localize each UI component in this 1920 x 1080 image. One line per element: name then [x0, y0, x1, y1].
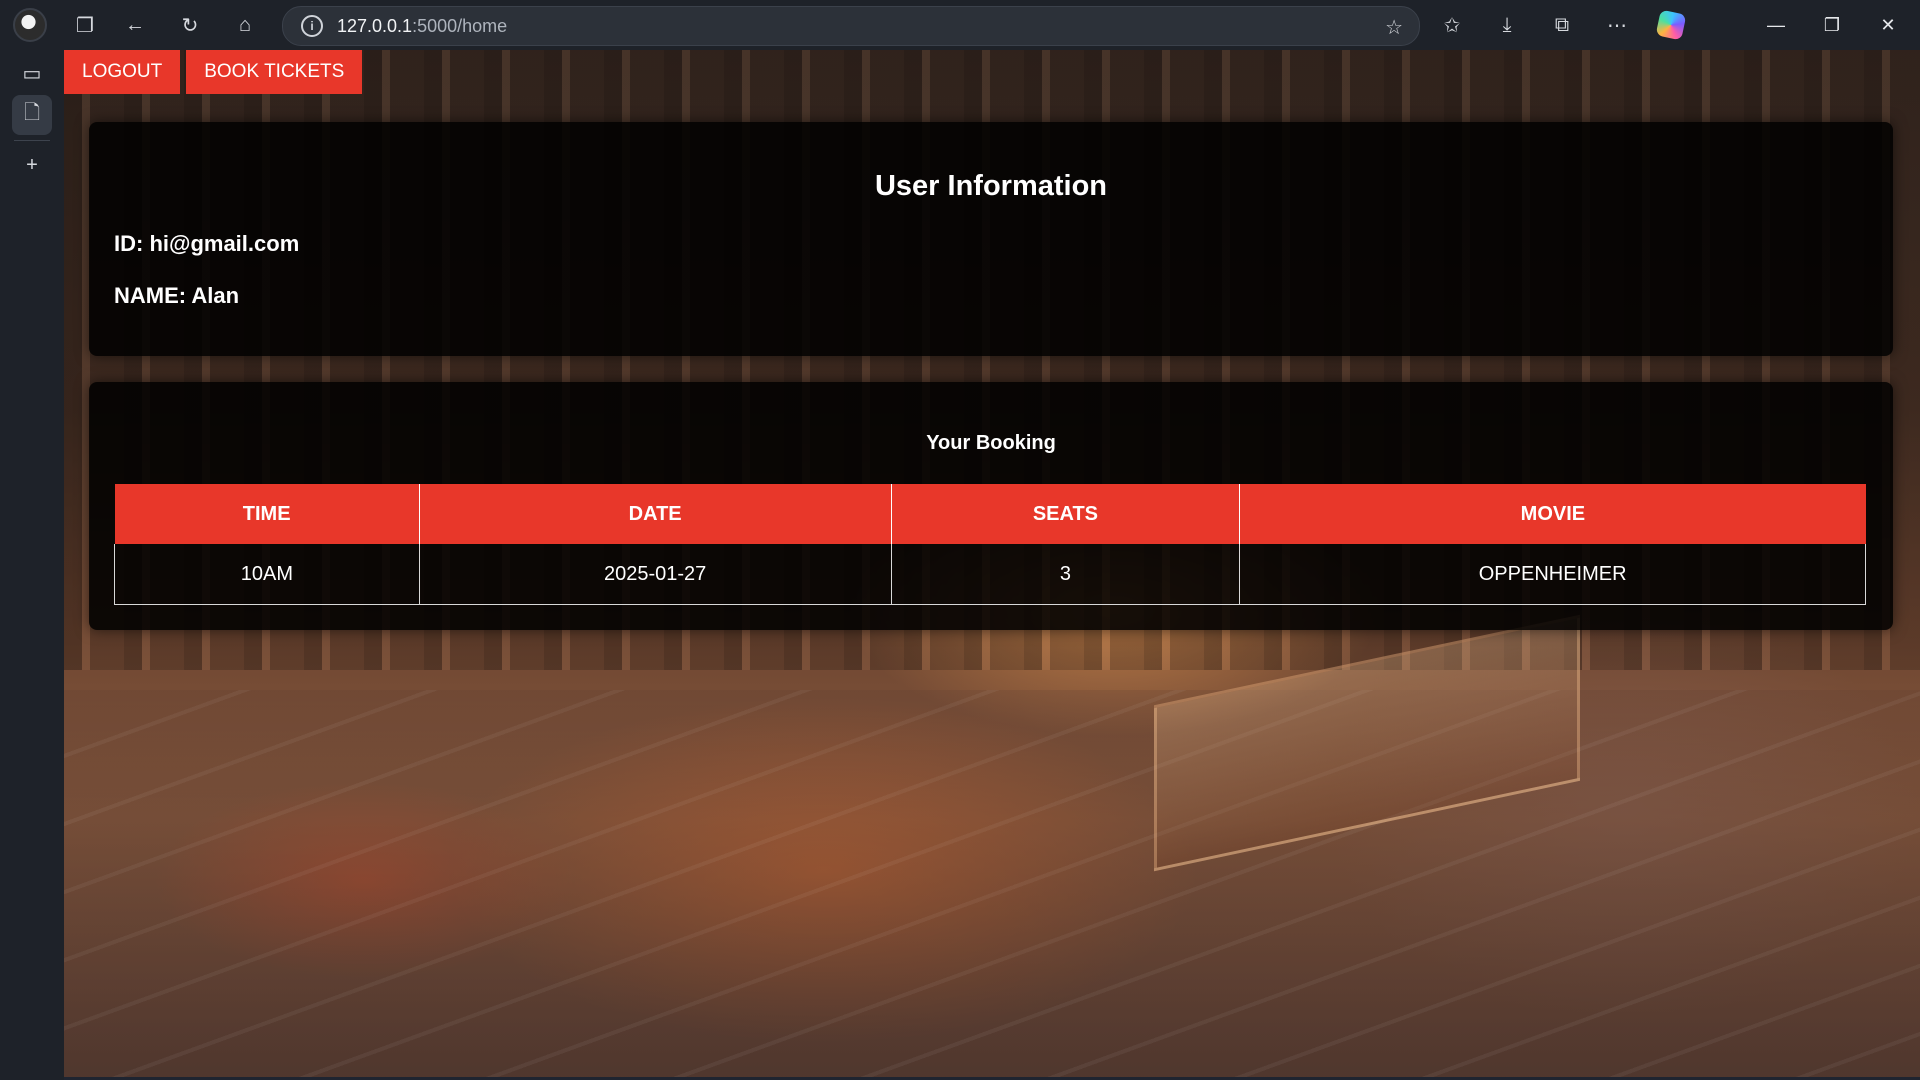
cell-time: 10AM: [114, 544, 420, 605]
back-icon[interactable]: ←: [115, 5, 155, 45]
screenshot-icon[interactable]: ⧉: [1542, 5, 1582, 45]
vertical-tabs-sidebar: ▭ 🗋 +: [0, 50, 64, 1080]
address-bar[interactable]: i 127.0.0.1:5000/home ☆: [282, 6, 1420, 46]
tab-panel-icon[interactable]: ▭: [12, 53, 52, 93]
refresh-icon[interactable]: ↻: [170, 5, 210, 45]
table-row: 10AM 2025-01-27 3 OPPENHEIMER: [114, 544, 1866, 605]
user-id-text: ID: hi@gmail.com: [114, 231, 300, 256]
user-name-text: NAME: Alan: [114, 283, 240, 308]
background-street: [64, 690, 1920, 1077]
favorites-icon[interactable]: ✩: [1432, 5, 1472, 45]
user-information-panel: User Information ID: hi@gmail.com NAME: …: [89, 122, 1893, 356]
booking-title: Your Booking: [926, 432, 1056, 454]
downloads-icon[interactable]: ⤓: [1487, 5, 1527, 45]
logout-button[interactable]: LOGOUT: [64, 50, 181, 94]
column-header-date: DATE: [419, 484, 892, 544]
sidebar-divider: [14, 140, 50, 141]
url-host: 127.0.0.1: [337, 15, 413, 36]
more-options-icon[interactable]: ⋯: [1597, 5, 1637, 45]
booking-panel: Your Booking TIME DATE SEATS MOVIE 10AM …: [89, 382, 1893, 630]
url-path: :5000/home: [412, 15, 508, 36]
site-info-icon[interactable]: i: [301, 15, 323, 37]
column-header-movie: MOVIE: [1239, 484, 1866, 544]
page-viewport: LOGOUT BOOK TICKETS User Information ID:…: [64, 50, 1920, 1077]
favorite-star-icon[interactable]: ☆: [1385, 15, 1403, 40]
top-nav: LOGOUT BOOK TICKETS: [64, 50, 363, 94]
profile-avatar[interactable]: [13, 8, 47, 42]
table-header-row: TIME DATE SEATS MOVIE: [114, 484, 1866, 544]
new-tab-plus-icon[interactable]: +: [12, 145, 52, 185]
cell-date: 2025-01-27: [419, 544, 892, 605]
toolbar-right: ✩ ⤓ ⧉ ⋯: [1432, 5, 1687, 45]
tab-actions-icon[interactable]: ❐: [65, 5, 105, 45]
user-info-title: User Information: [874, 170, 1108, 202]
close-icon[interactable]: ✕: [1860, 0, 1916, 50]
cell-seats: 3: [891, 544, 1241, 605]
minimize-icon[interactable]: —: [1748, 0, 1804, 50]
column-header-seats: SEATS: [891, 484, 1241, 544]
booking-table: TIME DATE SEATS MOVIE 10AM 2025-01-27 3 …: [114, 484, 1866, 605]
browser-toolbar: ❐ ← ↻ ⌂ i 127.0.0.1:5000/home ☆ ✩ ⤓ ⧉ ⋯ …: [0, 0, 1920, 50]
book-tickets-button[interactable]: BOOK TICKETS: [186, 50, 363, 94]
column-header-time: TIME: [114, 484, 420, 544]
home-icon[interactable]: ⌂: [225, 5, 265, 45]
copilot-icon[interactable]: [1655, 9, 1687, 41]
restore-icon[interactable]: ❐: [1804, 0, 1860, 50]
cell-movie: OPPENHEIMER: [1239, 544, 1866, 605]
active-tab-page-icon[interactable]: 🗋: [12, 95, 52, 135]
